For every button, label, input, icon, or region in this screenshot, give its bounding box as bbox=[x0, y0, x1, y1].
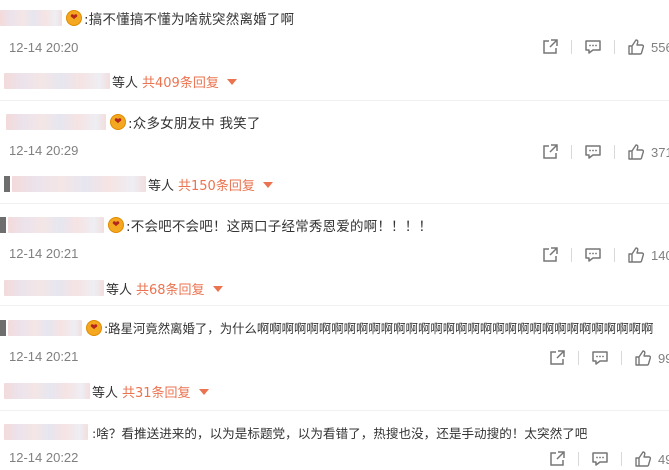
divider bbox=[621, 452, 622, 466]
comment-actions: 1404 bbox=[541, 246, 669, 264]
emoji-badge-icon: ❤ bbox=[110, 114, 126, 130]
reply-summary-1[interactable]: 等人 共409条回复 bbox=[4, 70, 237, 92]
share-icon[interactable] bbox=[548, 450, 566, 468]
reply-summary-2[interactable]: 等人 共150条回复 bbox=[4, 173, 273, 195]
caret-down-icon[interactable] bbox=[198, 389, 209, 395]
comment-actions: 999 bbox=[548, 349, 669, 367]
reply-count[interactable]: 共150条回复 bbox=[178, 175, 255, 194]
like-count: 1404 bbox=[651, 247, 669, 263]
emoji-badge-icon: ❤ bbox=[86, 320, 102, 336]
thumbs-up-icon[interactable] bbox=[627, 246, 645, 264]
comment-time: 12-14 20:29 bbox=[9, 143, 79, 158]
like-count: 490 bbox=[658, 451, 669, 467]
caret-down-icon[interactable] bbox=[262, 182, 273, 188]
comment-actions: 3716 bbox=[541, 143, 669, 161]
divider bbox=[614, 248, 615, 262]
comment-text: :不会吧不会吧！这两口子经常秀恩爱的啊！！！！ bbox=[126, 219, 433, 235]
divider bbox=[614, 145, 615, 159]
share-icon[interactable] bbox=[541, 246, 559, 264]
comment-time: 12-14 20:21 bbox=[9, 349, 79, 364]
divider bbox=[0, 410, 669, 411]
blurred-usernames bbox=[4, 383, 90, 399]
blurred-username[interactable] bbox=[8, 217, 104, 233]
comment-actions: 5561 bbox=[541, 38, 669, 56]
blurred-username[interactable] bbox=[4, 424, 88, 440]
emoji-badge-icon: ❤ bbox=[66, 10, 82, 26]
blurred-usernames bbox=[4, 280, 104, 296]
reply-who: 等人 bbox=[92, 385, 119, 401]
divider bbox=[571, 40, 572, 54]
reply-who: 等人 bbox=[106, 282, 133, 298]
divider bbox=[578, 452, 579, 466]
share-icon[interactable] bbox=[548, 349, 566, 367]
comment-text: :众多女朋友中 我笑了 bbox=[128, 116, 261, 132]
comment-time: 12-14 20:20 bbox=[9, 40, 79, 55]
reply-count[interactable]: 共31条回复 bbox=[122, 382, 191, 401]
blurred-usernames bbox=[12, 176, 146, 192]
divider bbox=[578, 351, 579, 365]
reply-count[interactable]: 共68条回复 bbox=[136, 279, 205, 298]
reply-summary-4[interactable]: 等人 共31条回复 bbox=[4, 380, 209, 402]
blurred-username[interactable] bbox=[8, 320, 82, 336]
emoji-badge-icon: ❤ bbox=[108, 217, 124, 233]
comment-actions: 490 bbox=[548, 450, 669, 468]
comment-text: :啥？看推送进来的，以为是标题党，以为看错了，热搜也没，还是手动搜的！太突然了吧 bbox=[92, 425, 588, 441]
comment-5-header: :啥？看推送进来的，以为是标题党，以为看错了，热搜也没，还是手动搜的！太突然了吧 bbox=[0, 420, 587, 444]
blurred-usernames bbox=[4, 176, 10, 192]
comment-icon[interactable] bbox=[584, 143, 602, 161]
divider bbox=[571, 248, 572, 262]
blurred-usernames bbox=[4, 73, 110, 89]
avatar-fragment bbox=[0, 320, 6, 336]
thumbs-up-icon[interactable] bbox=[627, 143, 645, 161]
caret-down-icon[interactable] bbox=[212, 286, 223, 292]
like-count: 3716 bbox=[651, 144, 669, 160]
share-icon[interactable] bbox=[541, 143, 559, 161]
divider bbox=[0, 100, 669, 101]
comment-3-header: ❤ :不会吧不会吧！这两口子经常秀恩爱的啊！！！！ bbox=[0, 213, 432, 237]
divider bbox=[0, 203, 669, 204]
blurred-username[interactable] bbox=[0, 10, 62, 26]
comment-2-header: ❤ :众多女朋友中 我笑了 bbox=[0, 110, 261, 134]
like-count: 999 bbox=[658, 350, 669, 366]
like-count: 5561 bbox=[651, 39, 669, 55]
comment-icon[interactable] bbox=[584, 246, 602, 264]
reply-count[interactable]: 共409条回复 bbox=[142, 72, 219, 91]
blurred-username[interactable] bbox=[6, 114, 106, 130]
comment-text: :搞不懂搞不懂为啥就突然离婚了啊 bbox=[84, 12, 295, 28]
reply-who: 等人 bbox=[112, 75, 139, 91]
comment-icon[interactable] bbox=[591, 349, 609, 367]
divider bbox=[571, 145, 572, 159]
comment-1-header: ❤ :搞不懂搞不懂为啥就突然离婚了啊 bbox=[0, 6, 294, 30]
comment-icon[interactable] bbox=[591, 450, 609, 468]
thumbs-up-icon[interactable] bbox=[634, 450, 652, 468]
comment-time: 12-14 20:22 bbox=[9, 450, 79, 465]
comment-icon[interactable] bbox=[584, 38, 602, 56]
caret-down-icon[interactable] bbox=[226, 79, 237, 85]
reply-who: 等人 bbox=[148, 178, 175, 194]
reply-summary-3[interactable]: 等人 共68条回复 bbox=[4, 277, 223, 299]
divider bbox=[621, 351, 622, 365]
divider bbox=[0, 305, 669, 306]
share-icon[interactable] bbox=[541, 38, 559, 56]
avatar-fragment bbox=[0, 217, 6, 233]
comment-time: 12-14 20:21 bbox=[9, 246, 79, 261]
thumbs-up-icon[interactable] bbox=[627, 38, 645, 56]
divider bbox=[614, 40, 615, 54]
comment-text: :路星河竟然离婚了，为什么啊啊啊啊啊啊啊啊啊啊啊啊啊啊啊啊啊啊啊啊啊啊啊啊啊啊啊… bbox=[104, 321, 654, 336]
thumbs-up-icon[interactable] bbox=[634, 349, 652, 367]
comment-4-header: ❤ :路星河竟然离婚了，为什么啊啊啊啊啊啊啊啊啊啊啊啊啊啊啊啊啊啊啊啊啊啊啊啊啊… bbox=[0, 316, 653, 340]
